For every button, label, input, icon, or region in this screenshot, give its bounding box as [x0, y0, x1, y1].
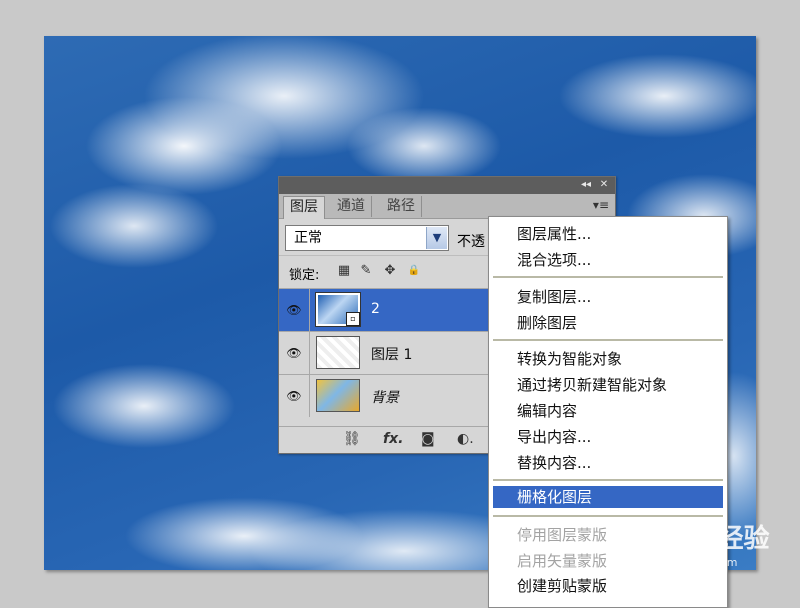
panel-menu-icon[interactable]: ▾≡	[593, 198, 609, 212]
menu-separator	[493, 339, 723, 341]
lock-position-icon[interactable]: ✥	[383, 264, 397, 278]
layer-thumbnail	[316, 379, 360, 412]
watermark-logo: Bai du 经验	[616, 524, 770, 554]
tab-paths[interactable]: 路径	[381, 196, 422, 217]
menu-item-rasterize-layer[interactable]: 栅格化图层	[493, 486, 723, 508]
menu-item-duplicate-layer[interactable]: 复制图层...	[493, 286, 723, 308]
blend-mode-value: 正常	[294, 230, 322, 246]
menu-item-blending-options[interactable]: 混合选项...	[493, 249, 723, 271]
smart-object-icon: ▫	[346, 312, 360, 326]
menu-item-create-clipping-mask[interactable]: 创建剪贴蒙版	[493, 575, 723, 597]
menu-separator	[493, 479, 723, 481]
close-icon[interactable]: ✕	[597, 178, 611, 192]
adjustment-icon[interactable]: ◐.	[457, 431, 474, 447]
menu-item-delete-layer[interactable]: 删除图层	[493, 312, 723, 334]
menu-item-layer-properties[interactable]: 图层属性...	[493, 223, 723, 245]
tab-channels[interactable]: 通道	[331, 196, 372, 217]
menu-item-export-contents[interactable]: 导出内容...	[493, 426, 723, 448]
menu-item-replace-contents[interactable]: 替换内容...	[493, 452, 723, 474]
menu-item-new-smart-object-via-copy[interactable]: 通过拷贝新建智能对象	[493, 374, 723, 396]
layer-row[interactable]: 👁 背景	[279, 374, 489, 417]
opacity-label: 不透	[457, 234, 485, 250]
link-icon[interactable]: ⛓	[343, 431, 361, 447]
layer-thumbnail	[316, 336, 360, 369]
fx-icon[interactable]: fx.	[383, 431, 403, 447]
layer-row[interactable]: 👁 ▫ 2	[279, 288, 489, 331]
menu-separator	[493, 515, 723, 517]
lock-label: 锁定:	[289, 268, 320, 283]
chevron-down-icon[interactable]: ▼	[426, 227, 447, 249]
layer-name: 背景	[371, 390, 399, 406]
menu-item-edit-contents[interactable]: 编辑内容	[493, 400, 723, 422]
menu-separator	[493, 276, 723, 278]
lock-pixels-icon[interactable]: ✎	[359, 264, 373, 278]
lock-transparency-icon[interactable]: ▦	[337, 264, 351, 278]
blend-mode-select[interactable]: 正常 ▼	[285, 225, 449, 251]
mask-icon[interactable]: ◙	[421, 431, 435, 447]
eye-icon[interactable]: 👁	[279, 289, 310, 331]
layer-name: 图层 1	[371, 347, 413, 363]
layer-name: 2	[371, 301, 380, 317]
menu-item-convert-to-smart-object[interactable]: 转换为智能对象	[493, 348, 723, 370]
collapse-icon[interactable]: ◂◂	[579, 178, 593, 192]
eye-icon[interactable]: 👁	[279, 332, 310, 374]
panel-titlebar[interactable]: ◂◂ ✕	[279, 177, 615, 194]
layer-row[interactable]: 👁 图层 1	[279, 331, 489, 374]
layer-thumbnail: ▫	[315, 292, 361, 327]
lock-all-icon[interactable]: 🔒	[407, 264, 421, 278]
watermark-url: jingyan.baidu.com	[636, 556, 738, 569]
eye-icon[interactable]: 👁	[279, 375, 310, 417]
tab-layers[interactable]: 图层	[283, 196, 325, 219]
